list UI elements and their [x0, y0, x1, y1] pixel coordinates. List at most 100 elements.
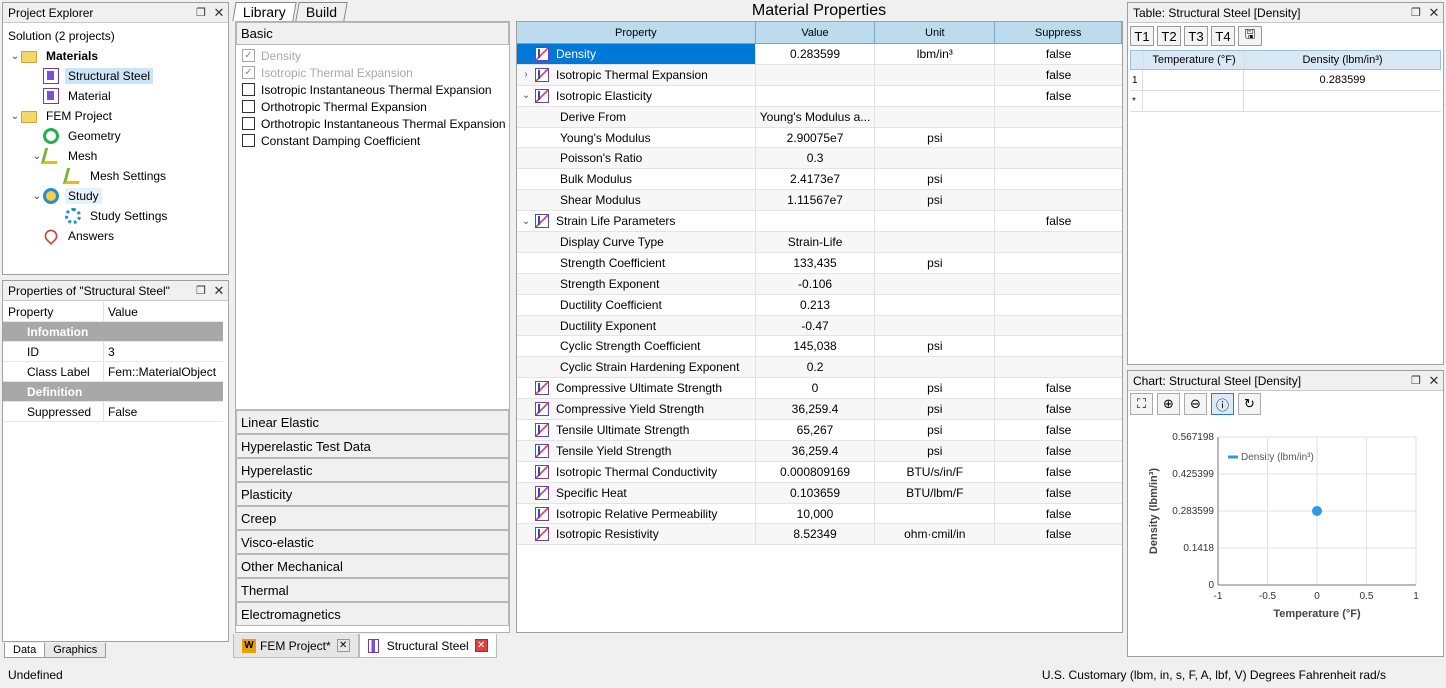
- suppress-cell[interactable]: false: [995, 420, 1122, 440]
- material-property-row[interactable]: ⌄ Isotropic Elasticity false: [517, 85, 1122, 107]
- suppress-cell[interactable]: false: [995, 44, 1122, 64]
- material-property-row[interactable]: Tensile Yield Strength 36,259.4 psi false: [517, 440, 1122, 462]
- value-cell[interactable]: 0.283599: [756, 44, 876, 64]
- suppress-cell[interactable]: [995, 148, 1122, 168]
- value-cell[interactable]: 0.213: [756, 294, 876, 315]
- basic-item-checkbox[interactable]: Orthotropic Thermal Expansion: [236, 98, 509, 115]
- material-property-row[interactable]: Display Curve Type Strain-Life: [517, 232, 1122, 253]
- value-cell[interactable]: [756, 85, 876, 106]
- suppress-cell[interactable]: false: [995, 504, 1122, 524]
- tree-item[interactable]: ⌄ FEM Project: [5, 106, 228, 126]
- suppress-cell[interactable]: [995, 128, 1122, 148]
- float-icon[interactable]: ❐: [192, 6, 210, 19]
- zoom-out-icon[interactable]: ⊖: [1184, 393, 1207, 415]
- value-cell[interactable]: Strain-Life: [756, 232, 876, 252]
- suppress-cell[interactable]: [995, 253, 1122, 273]
- checkbox[interactable]: [242, 100, 255, 113]
- value-cell[interactable]: 2.4173e7: [756, 169, 876, 190]
- category-header[interactable]: Creep: [236, 506, 509, 530]
- tab-build[interactable]: Build: [295, 2, 348, 21]
- close-icon[interactable]: ✕: [1425, 5, 1443, 21]
- value-cell[interactable]: 36,259.4: [756, 399, 876, 420]
- tree-item[interactable]: Solution (2 projects): [5, 26, 228, 46]
- category-header[interactable]: Hyperelastic: [236, 458, 509, 482]
- table-button-t2[interactable]: T2: [1157, 26, 1181, 46]
- material-property-row[interactable]: Young's Modulus 2.90075e7 psi: [517, 127, 1122, 149]
- material-property-row[interactable]: Strength Exponent -0.106: [517, 273, 1122, 295]
- material-property-row[interactable]: Specific Heat 0.103659 BTU/lbm/F false: [517, 482, 1122, 504]
- category-header[interactable]: Electromagnetics: [236, 602, 509, 626]
- tree-item[interactable]: Mesh Settings: [5, 166, 228, 186]
- material-property-row[interactable]: Isotropic Relative Permeability 10,000 fal…: [517, 503, 1122, 525]
- property-value[interactable]: False: [104, 405, 223, 419]
- float-icon[interactable]: ❐: [1407, 6, 1425, 19]
- suppress-cell[interactable]: false: [995, 483, 1122, 503]
- grid-col-header[interactable]: Suppress: [995, 22, 1122, 43]
- material-property-row[interactable]: Ductility Exponent -0.47: [517, 315, 1122, 337]
- property-row[interactable]: Suppressed False: [3, 402, 223, 422]
- info-icon[interactable]: ⓘ: [1211, 393, 1234, 415]
- suppress-cell[interactable]: [995, 336, 1122, 356]
- close-icon[interactable]: ✕: [210, 283, 228, 299]
- value-cell[interactable]: 145,038: [756, 336, 876, 357]
- doc-tab[interactable]: Structural Steel ✕: [358, 634, 497, 658]
- basic-header[interactable]: Basic: [236, 22, 509, 45]
- tree-item[interactable]: ⌄ Mesh: [5, 146, 228, 166]
- tree-item[interactable]: Geometry: [5, 126, 228, 146]
- basic-item-checkbox[interactable]: Orthotropic Instantaneous Thermal Expans…: [236, 115, 509, 132]
- tree-item[interactable]: ⌄ Materials: [5, 46, 228, 66]
- value-cell[interactable]: 8.52349: [756, 524, 876, 545]
- checkbox[interactable]: [242, 134, 255, 147]
- grid-col-header[interactable]: Value: [756, 22, 876, 43]
- expand-arrow-icon[interactable]: ›: [517, 69, 535, 80]
- checkbox[interactable]: [242, 117, 255, 130]
- temperature-cell[interactable]: [1142, 70, 1244, 90]
- material-property-row[interactable]: ⌄ Strain Life Parameters false: [517, 211, 1122, 233]
- value-cell[interactable]: 0.2: [756, 357, 876, 378]
- tab-library[interactable]: Library: [232, 2, 297, 21]
- material-property-row[interactable]: Compressive Ultimate Strength 0 psi false: [517, 378, 1122, 400]
- tab-data[interactable]: Data: [4, 643, 46, 658]
- expand-arrow-icon[interactable]: ⌄: [9, 111, 21, 122]
- material-property-row[interactable]: › Isotropic Thermal Expansion false: [517, 64, 1122, 86]
- suppress-cell[interactable]: [995, 190, 1122, 210]
- suppress-cell[interactable]: [995, 169, 1122, 189]
- expand-arrow-icon[interactable]: ⌄: [517, 216, 535, 227]
- refresh-icon[interactable]: ↻: [1238, 393, 1261, 415]
- save-icon[interactable]: 🖫: [1238, 26, 1262, 46]
- tree-item[interactable]: Study Settings: [5, 206, 228, 226]
- tree-item[interactable]: Structural Steel: [5, 66, 228, 86]
- category-header[interactable]: Visco-elastic: [236, 530, 509, 554]
- material-property-row[interactable]: Isotropic Thermal Conductivity 0.00080916…: [517, 461, 1122, 483]
- suppress-cell[interactable]: [995, 316, 1122, 336]
- property-value[interactable]: Fem::MaterialObject: [104, 365, 223, 379]
- tree-item[interactable]: Material: [5, 86, 228, 106]
- density-cell[interactable]: 0.283599: [1244, 74, 1441, 86]
- material-property-row[interactable]: Bulk Modulus 2.4173e7 psi: [517, 169, 1122, 191]
- table-row[interactable]: *: [1130, 91, 1441, 112]
- value-cell[interactable]: 65,267: [756, 420, 876, 440]
- material-property-row[interactable]: Compressive Yield Strength 36,259.4 psi fal…: [517, 399, 1122, 421]
- category-header[interactable]: Linear Elastic: [236, 410, 509, 434]
- value-cell[interactable]: 0.000809169: [756, 461, 876, 482]
- category-header[interactable]: Thermal: [236, 578, 509, 602]
- suppress-cell[interactable]: false: [995, 86, 1122, 106]
- suppress-cell[interactable]: [995, 107, 1122, 127]
- close-icon[interactable]: ✕: [210, 5, 228, 21]
- suppress-cell[interactable]: false: [995, 211, 1122, 231]
- basic-item-checkbox[interactable]: Isotropic Instantaneous Thermal Expansio…: [236, 81, 509, 98]
- doc-tab[interactable]: W FEM Project* ✕: [233, 634, 359, 658]
- close-icon[interactable]: ✕: [336, 639, 350, 652]
- material-property-row[interactable]: Shear Modulus 1.11567e7 psi: [517, 190, 1122, 212]
- material-property-row[interactable]: Cyclic Strength Coefficient 145,038 psi: [517, 336, 1122, 358]
- category-header[interactable]: Other Mechanical: [236, 554, 509, 578]
- material-property-row[interactable]: Density 0.283599 lbm/in³ false: [517, 44, 1122, 65]
- value-cell[interactable]: 1.11567e7: [756, 190, 876, 211]
- float-icon[interactable]: ❐: [192, 284, 210, 297]
- value-cell[interactable]: 2.90075e7: [756, 127, 876, 148]
- suppress-cell[interactable]: [995, 295, 1122, 315]
- expand-arrow-icon[interactable]: ⌄: [31, 191, 43, 202]
- material-property-row[interactable]: Strength Coefficient 133,435 psi: [517, 252, 1122, 274]
- tree-item[interactable]: ⌄ Study: [5, 186, 228, 206]
- suppress-cell[interactable]: false: [995, 441, 1122, 461]
